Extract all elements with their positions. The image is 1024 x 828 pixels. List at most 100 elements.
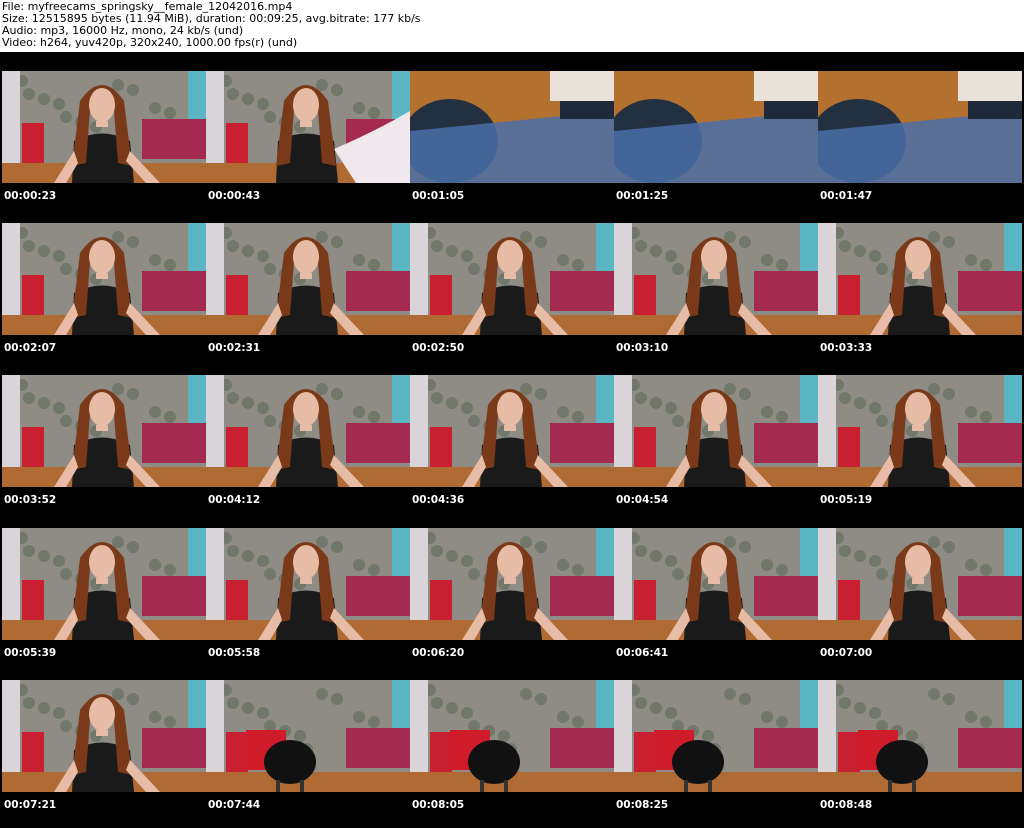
thumbnail-timestamp: 00:08:05 — [412, 799, 465, 811]
thumbnail-timestamp: 00:01:25 — [616, 190, 669, 202]
thumbnail-cell: 00:01:05 — [410, 71, 614, 219]
thumbnail-timestamp: 00:04:12 — [208, 494, 261, 506]
thumbnail-cell: 00:03:33 — [818, 223, 1022, 371]
thumbnail-frame — [410, 71, 614, 183]
video-frame-image — [206, 375, 410, 487]
thumbnail-cell: 00:07:21 — [2, 680, 206, 828]
video-frame-image — [614, 680, 818, 792]
thumbnail-timestamp: 00:01:47 — [820, 190, 873, 202]
thumbnail-timestamp: 00:08:25 — [616, 799, 669, 811]
thumbnail-timestamp: 00:02:07 — [4, 342, 57, 354]
video-frame-image — [614, 223, 818, 335]
thumbnail-timestamp: 00:05:58 — [208, 647, 261, 659]
thumbnail-cell: 00:02:07 — [2, 223, 206, 371]
thumbnail-cell: 00:02:31 — [206, 223, 410, 371]
thumbnail-frame — [614, 71, 818, 183]
thumbnail-cell: 00:06:41 — [614, 528, 818, 676]
thumbnail-frame — [410, 223, 614, 335]
thumbnail-frame — [614, 680, 818, 792]
video-frame-image — [818, 528, 1022, 640]
thumbnail-timestamp: 00:02:50 — [412, 342, 465, 354]
video-frame-image — [614, 528, 818, 640]
thumbnail-timestamp: 00:06:20 — [412, 647, 465, 659]
thumbnail-cell: 00:00:43 — [206, 71, 410, 219]
video-frame-image — [206, 528, 410, 640]
thumbnail-frame — [2, 375, 206, 487]
thumbnail-cell: 00:04:12 — [206, 375, 410, 523]
thumbnail-timestamp: 00:07:00 — [820, 647, 873, 659]
thumbnail-frame — [818, 528, 1022, 640]
thumbnail-timestamp: 00:00:43 — [208, 190, 261, 202]
thumbnail-frame — [410, 680, 614, 792]
thumbnail-cell: 00:01:25 — [614, 71, 818, 219]
video-info-line: Video: h264, yuv420p, 320x240, 1000.00 f… — [2, 36, 298, 49]
thumbnail-frame — [818, 71, 1022, 183]
thumbnail-frame — [818, 680, 1022, 792]
thumbnail-cell: 00:06:20 — [410, 528, 614, 676]
thumbnail-frame — [206, 223, 410, 335]
video-frame-image — [410, 71, 614, 183]
video-frame-image — [410, 680, 614, 792]
thumbnail-timestamp: 00:07:21 — [4, 799, 57, 811]
thumbnail-cell: 00:08:05 — [410, 680, 614, 828]
thumbnail-cell: 00:07:44 — [206, 680, 410, 828]
video-frame-image — [818, 71, 1022, 183]
video-frame-image — [410, 528, 614, 640]
thumbnail-cell: 00:07:00 — [818, 528, 1022, 676]
video-frame-image — [410, 375, 614, 487]
thumbnail-cell: 00:04:36 — [410, 375, 614, 523]
video-frame-image — [206, 71, 410, 183]
thumbnail-frame — [206, 375, 410, 487]
thumbnail-timestamp: 00:01:05 — [412, 190, 465, 202]
thumbnail-frame — [614, 375, 818, 487]
thumbnail-frame — [818, 375, 1022, 487]
thumbnail-frame — [818, 223, 1022, 335]
thumbnail-frame — [2, 223, 206, 335]
video-frame-image — [2, 71, 206, 183]
thumbnail-timestamp: 00:03:10 — [616, 342, 669, 354]
thumbnail-frame — [2, 528, 206, 640]
thumbnail-cell: 00:08:48 — [818, 680, 1022, 828]
thumbnail-timestamp: 00:08:48 — [820, 799, 873, 811]
video-frame-image — [2, 375, 206, 487]
thumbnail-frame — [206, 71, 410, 183]
video-frame-image — [2, 680, 206, 792]
thumbnail-cell: 00:00:23 — [2, 71, 206, 219]
video-frame-image — [2, 223, 206, 335]
video-frame-image — [818, 223, 1022, 335]
video-frame-image — [2, 528, 206, 640]
thumbnail-timestamp: 00:00:23 — [4, 190, 57, 202]
thumbnail-frame — [2, 680, 206, 792]
video-frame-image — [206, 223, 410, 335]
thumbnail-cell: 00:04:54 — [614, 375, 818, 523]
thumbnail-frame — [614, 223, 818, 335]
thumbnail-timestamp: 00:05:39 — [4, 647, 57, 659]
thumbnail-cell: 00:03:52 — [2, 375, 206, 523]
video-frame-image — [614, 71, 818, 183]
thumbnail-timestamp: 00:03:52 — [4, 494, 57, 506]
video-frame-image — [818, 375, 1022, 487]
thumbnail-timestamp: 00:06:41 — [616, 647, 669, 659]
thumbnail-frame — [614, 528, 818, 640]
thumbnail-cell: 00:03:10 — [614, 223, 818, 371]
thumbnail-cell: 00:02:50 — [410, 223, 614, 371]
thumbnail-cell: 00:05:58 — [206, 528, 410, 676]
thumbnail-frame — [206, 528, 410, 640]
thumbnail-frame — [410, 375, 614, 487]
thumbnail-frame — [2, 71, 206, 183]
thumbnail-timestamp: 00:03:33 — [820, 342, 873, 354]
thumbnail-frame — [206, 680, 410, 792]
video-frame-image — [206, 680, 410, 792]
video-frame-image — [614, 375, 818, 487]
thumbnail-cell: 00:08:25 — [614, 680, 818, 828]
video-frame-image — [818, 680, 1022, 792]
thumbnail-cell: 00:05:39 — [2, 528, 206, 676]
thumbnail-cell: 00:05:19 — [818, 375, 1022, 523]
thumbnail-cell: 00:01:47 — [818, 71, 1022, 219]
thumbnail-timestamp: 00:02:31 — [208, 342, 261, 354]
file-info-header: File: myfreecams_springsky__female_12042… — [0, 0, 1024, 52]
thumbnail-frame — [410, 528, 614, 640]
thumbnail-timestamp: 00:04:54 — [616, 494, 669, 506]
video-frame-image — [410, 223, 614, 335]
thumbnail-timestamp: 00:05:19 — [820, 494, 873, 506]
